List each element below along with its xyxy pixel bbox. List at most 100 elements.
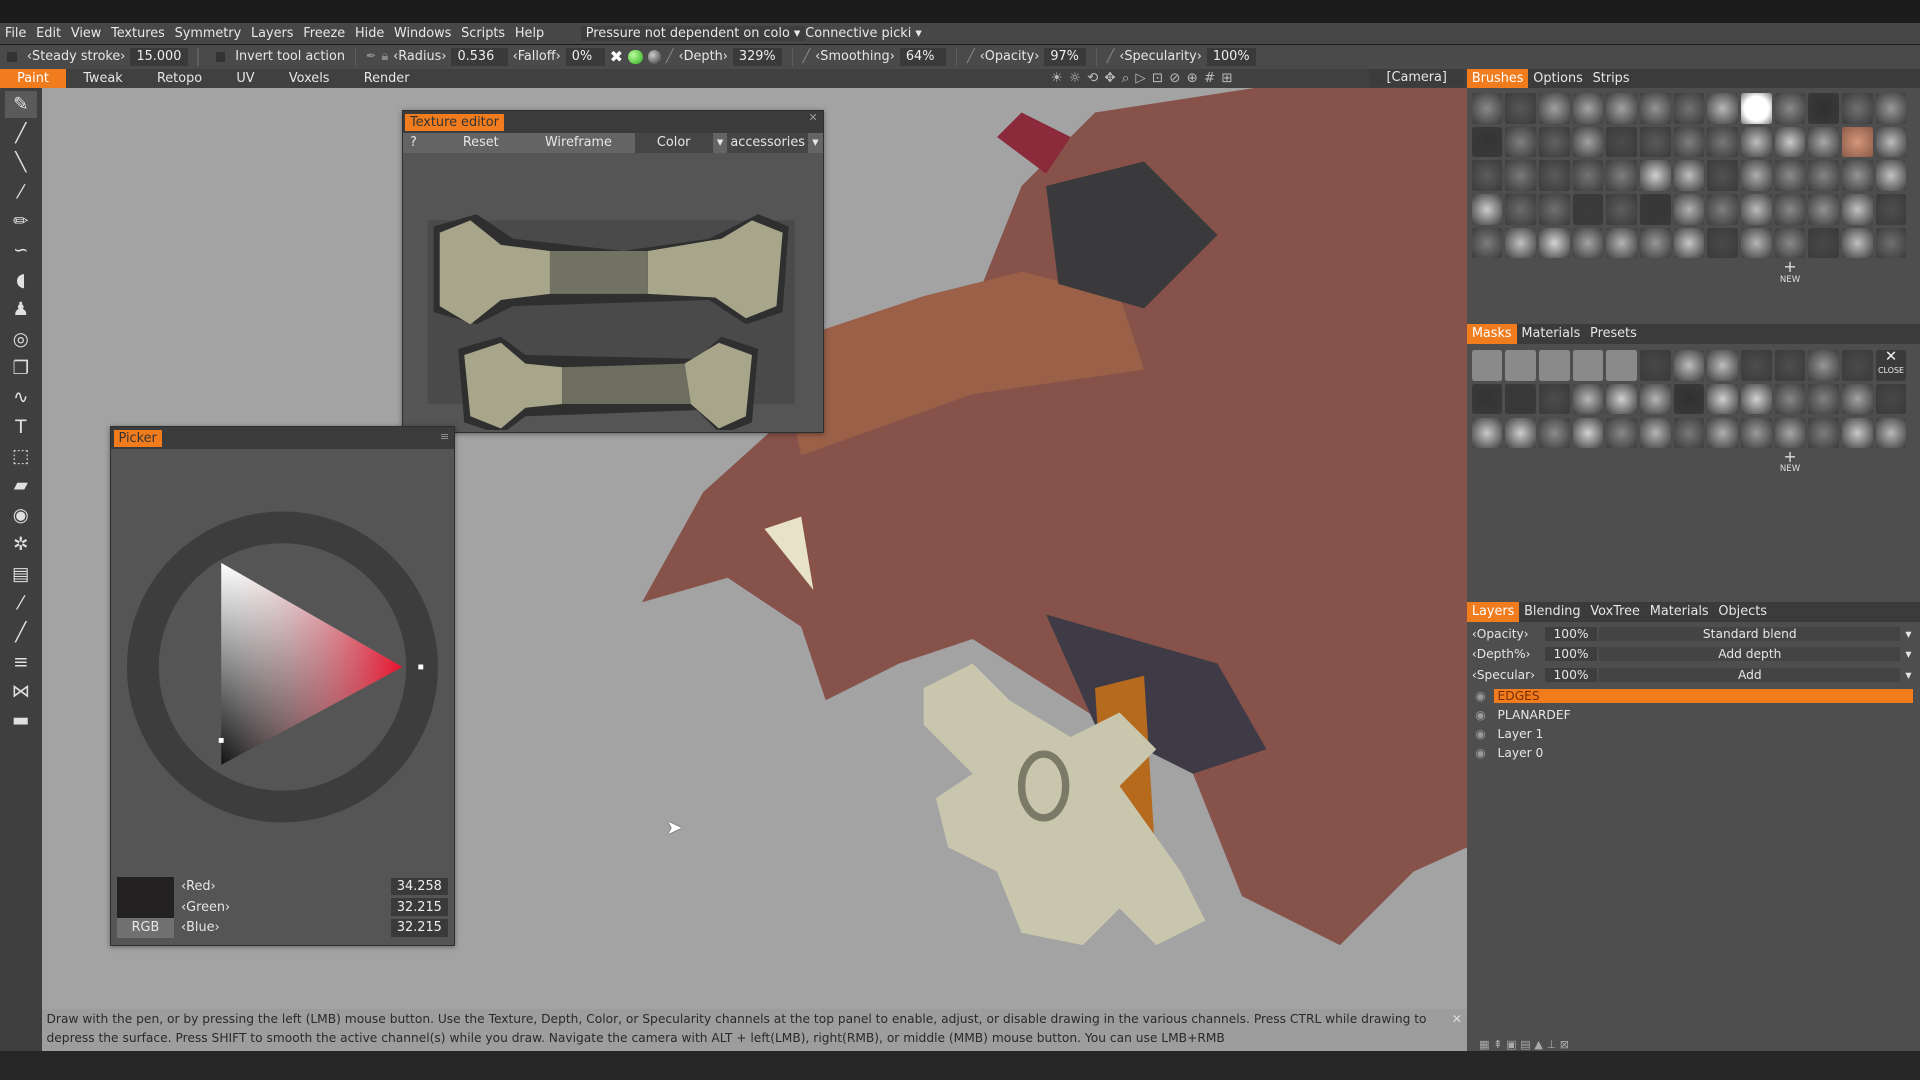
radius-field[interactable]: 0.536 xyxy=(451,48,508,66)
eye-icon[interactable]: ◉ xyxy=(5,502,37,529)
menu-help[interactable]: Help xyxy=(510,26,549,41)
brush-preset-cell[interactable] xyxy=(1741,126,1772,158)
pen-icon[interactable]: ╱ xyxy=(5,120,37,147)
chevron-down-icon[interactable]: ▾ xyxy=(713,133,728,153)
connective-dropdown[interactable]: Connective picki ▾ xyxy=(805,26,922,41)
close-masks-button[interactable]: ✕ CLOSE xyxy=(1875,349,1907,381)
stamp-icon[interactable]: ≡ xyxy=(5,649,37,676)
brush-preset-cell[interactable] xyxy=(1539,194,1570,225)
specularity-field[interactable]: 100% xyxy=(1206,48,1256,66)
brush-preset-cell[interactable] xyxy=(1572,227,1604,259)
airbrush-icon[interactable]: ⁄ xyxy=(5,179,37,206)
brush-preset-cell[interactable] xyxy=(1606,93,1638,124)
brush-preset-cell[interactable] xyxy=(1640,160,1671,191)
brush-preset-cell[interactable] xyxy=(1539,417,1570,449)
brush-preset-cell[interactable] xyxy=(1741,160,1772,191)
viewport-icon[interactable]: ✥ xyxy=(1104,71,1115,86)
opacity-stroke-icon[interactable]: ╱ xyxy=(967,49,975,64)
red-field[interactable]: 34.258 xyxy=(390,877,448,896)
brush-preset-cell[interactable] xyxy=(1572,194,1604,225)
layer-row[interactable]: ◉ EDGES xyxy=(1467,687,1920,706)
eye-icon[interactable]: ◉ xyxy=(1467,689,1494,703)
brush-preset-cell[interactable] xyxy=(1774,160,1806,191)
brush-preset-cell[interactable] xyxy=(1842,227,1873,259)
brush-preset-cell[interactable] xyxy=(1842,126,1873,158)
brush-preset-cell[interactable] xyxy=(1505,194,1537,225)
brush-preset-cell[interactable] xyxy=(1673,350,1705,381)
brush-preset-cell[interactable] xyxy=(1808,93,1839,124)
room-tab-voxels[interactable]: Voxels xyxy=(272,69,347,89)
brush-preset-cell[interactable] xyxy=(1505,160,1537,191)
brush-preset-cell[interactable] xyxy=(1572,160,1604,191)
new-preset-button[interactable]: + NEW xyxy=(1775,259,1806,286)
invert-tool-checkbox[interactable] xyxy=(215,52,226,62)
brush-preset-cell[interactable] xyxy=(1606,417,1638,449)
eye-icon[interactable]: ◉ xyxy=(1467,708,1494,722)
green-field[interactable]: 32.215 xyxy=(390,898,448,916)
brush-preset-cell[interactable] xyxy=(1673,93,1705,124)
pencil-icon[interactable]: ✏ xyxy=(5,208,37,235)
lock-icon[interactable]: 🔒︎ xyxy=(381,49,388,64)
menu-freeze[interactable]: Freeze xyxy=(298,26,350,41)
brush-preset-cell[interactable] xyxy=(1572,350,1604,381)
close-x-icon[interactable]: ✖ xyxy=(610,47,623,66)
menu-icon[interactable]: ≡ xyxy=(440,430,449,443)
brush-preset-cell[interactable] xyxy=(1640,194,1671,225)
layer-row[interactable]: ◉ Layer 0 xyxy=(1467,744,1920,763)
brush-preset-cell[interactable] xyxy=(1774,227,1806,259)
brush-preset-cell[interactable] xyxy=(1471,160,1503,191)
brush-preset-cell[interactable] xyxy=(1707,383,1739,415)
brush-preset-cell[interactable] xyxy=(1774,350,1806,381)
chevron-down-icon[interactable]: ▾ xyxy=(1905,627,1920,641)
room-tab-tweak[interactable]: Tweak xyxy=(66,69,140,89)
brush-preset-cell[interactable] xyxy=(1774,383,1806,415)
room-tab-retopo[interactable]: Retopo xyxy=(140,69,219,89)
brush-preset-cell[interactable] xyxy=(1842,160,1873,191)
channel-dropdown[interactable]: Color xyxy=(634,133,713,153)
tab-layer-materials[interactable]: Materials xyxy=(1645,602,1714,622)
viewport-icon[interactable]: ⊕ xyxy=(1187,71,1198,86)
brush-preset-cell[interactable] xyxy=(1539,383,1570,415)
brush-preset-cell[interactable] xyxy=(1606,350,1638,381)
falloff-label[interactable]: ‹Falloff› xyxy=(513,49,561,64)
brush-preset-cell[interactable] xyxy=(1539,93,1570,124)
room-tab-paint[interactable]: Paint xyxy=(0,68,67,89)
opacity-blend-dropdown[interactable]: Standard blend xyxy=(1599,626,1901,641)
brush-preset-cell[interactable] xyxy=(1640,126,1671,158)
brush-preset-cell[interactable] xyxy=(1741,194,1772,225)
viewport-icon[interactable]: ⊡ xyxy=(1152,71,1163,86)
viewport-icon[interactable]: ▷ xyxy=(1135,71,1145,86)
brush-preset-cell[interactable] xyxy=(1707,194,1739,225)
viewport-icon[interactable]: ⌕ xyxy=(1122,71,1130,86)
green-label[interactable]: ‹Green› xyxy=(181,900,391,915)
brush-preset-cell[interactable] xyxy=(1539,350,1570,381)
brush-preset-cell[interactable] xyxy=(1842,417,1873,449)
brush-preset-cell[interactable] xyxy=(1572,126,1604,158)
brush-preset-cell[interactable] xyxy=(1640,383,1671,415)
fill-icon[interactable]: ◖ xyxy=(5,267,37,294)
viewport-icon[interactable]: ⊘ xyxy=(1169,71,1180,86)
smoothing-label[interactable]: ‹Smoothing› xyxy=(815,49,895,64)
brush-preset-cell[interactable] xyxy=(1606,383,1638,415)
brush-preset-cell[interactable] xyxy=(1505,417,1537,449)
layer-actions-toolbar[interactable]: ▦⇞▣▤▲⊥⊠ xyxy=(1479,1038,1572,1051)
menu-symmetry[interactable]: Symmetry xyxy=(170,26,246,41)
brush-preset-cell[interactable] xyxy=(1606,160,1638,191)
brush-preset-cell[interactable] xyxy=(1471,93,1503,124)
brush-preset-cell[interactable] xyxy=(1673,417,1705,449)
depth-field[interactable]: 329% xyxy=(732,48,782,66)
ruler-icon[interactable]: ▤ xyxy=(5,561,37,588)
brush-preset-cell[interactable] xyxy=(1774,417,1806,449)
opacity-label[interactable]: ‹Opacity› xyxy=(980,49,1040,64)
brush-preset-cell[interactable] xyxy=(1471,383,1503,415)
brush-preset-cell[interactable] xyxy=(1741,350,1772,381)
brush-preset-cell[interactable] xyxy=(1875,160,1907,191)
brush-preset-cell[interactable] xyxy=(1471,194,1503,225)
measure-icon[interactable]: ▬ xyxy=(5,707,37,734)
smoothing-field[interactable]: 64% xyxy=(899,48,947,66)
brush-preset-cell[interactable] xyxy=(1673,194,1705,225)
brush-preset-cell[interactable] xyxy=(1707,227,1739,259)
lasso-icon[interactable]: ◎ xyxy=(5,326,37,353)
brush-preset-cell[interactable] xyxy=(1471,227,1503,259)
menu-textures[interactable]: Textures xyxy=(106,26,170,41)
